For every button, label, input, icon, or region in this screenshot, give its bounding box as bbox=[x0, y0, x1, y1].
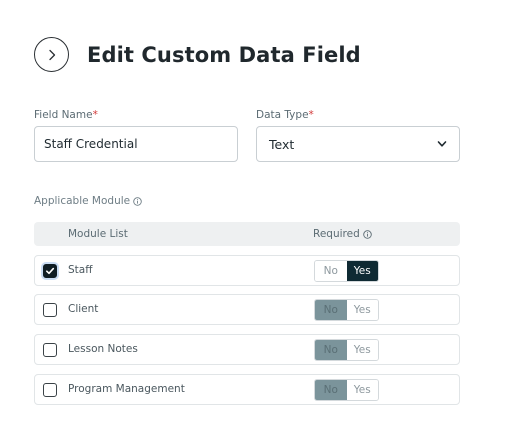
field-name-label: Field Name* bbox=[34, 109, 98, 121]
staff-checkbox[interactable] bbox=[43, 264, 57, 278]
module-name: Program Management bbox=[68, 383, 185, 395]
module-row-client: Client No Yes bbox=[34, 294, 460, 325]
required-column-header: Required bbox=[313, 222, 372, 246]
data-type-group: Data Type* Text bbox=[256, 108, 460, 162]
info-icon[interactable] bbox=[133, 196, 142, 206]
module-name: Lesson Notes bbox=[68, 343, 138, 355]
required-star: * bbox=[308, 109, 314, 121]
data-type-label: Data Type* bbox=[256, 109, 314, 121]
chevron-down-icon bbox=[437, 141, 447, 147]
lesson-notes-checkbox[interactable] bbox=[43, 343, 57, 357]
page-title: Edit Custom Data Field bbox=[87, 42, 361, 67]
module-row-lesson-notes: Lesson Notes No Yes bbox=[34, 334, 460, 365]
field-name-input[interactable] bbox=[34, 126, 238, 162]
checkmark-icon bbox=[46, 267, 55, 275]
module-name: Staff bbox=[68, 264, 93, 276]
module-name: Client bbox=[68, 303, 99, 315]
client-checkbox[interactable] bbox=[43, 303, 57, 317]
toggle-yes[interactable]: Yes bbox=[346, 261, 378, 281]
data-type-selected: Text bbox=[269, 136, 295, 152]
chevron-right-icon bbox=[48, 49, 55, 60]
toggle-yes[interactable]: Yes bbox=[346, 340, 378, 360]
applicable-module-label: Applicable Module bbox=[34, 195, 142, 207]
toggle-no[interactable]: No bbox=[315, 261, 347, 281]
module-list-column-header: Module List bbox=[68, 228, 128, 240]
toggle-no[interactable]: No bbox=[315, 300, 347, 320]
program-management-checkbox[interactable] bbox=[43, 383, 57, 397]
module-row-program-management: Program Management No Yes bbox=[34, 374, 460, 405]
toggle-no[interactable]: No bbox=[315, 380, 347, 400]
back-button[interactable] bbox=[34, 37, 69, 72]
field-name-group: Field Name* bbox=[34, 108, 238, 162]
toggle-no[interactable]: No bbox=[315, 340, 347, 360]
module-list-header: Module List Required bbox=[34, 222, 460, 246]
required-toggle: No Yes bbox=[314, 299, 379, 321]
required-toggle: No Yes bbox=[314, 339, 379, 361]
required-toggle: No Yes bbox=[314, 379, 379, 401]
required-star: * bbox=[92, 109, 98, 121]
info-icon[interactable] bbox=[362, 229, 372, 239]
data-type-select[interactable]: Text bbox=[256, 126, 460, 162]
toggle-yes[interactable]: Yes bbox=[346, 300, 378, 320]
page-header: Edit Custom Data Field bbox=[34, 37, 361, 72]
toggle-yes[interactable]: Yes bbox=[346, 380, 378, 400]
required-toggle: No Yes bbox=[314, 260, 379, 282]
module-row-staff: Staff No Yes bbox=[34, 255, 460, 286]
